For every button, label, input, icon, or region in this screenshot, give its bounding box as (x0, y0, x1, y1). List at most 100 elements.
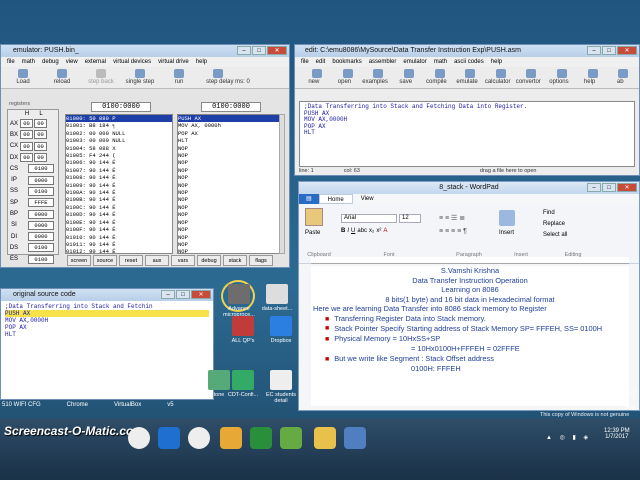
wordpad-window[interactable]: 8_stack - WordPad – □ ✕ ▤ Home View Paste … (298, 181, 640, 411)
register-value[interactable]: 0100 (28, 254, 54, 264)
disasm-row[interactable]: NOP (178, 167, 282, 174)
memory-row[interactable]: 0100D: 90 144 É (66, 211, 172, 218)
memory-row[interactable]: 0100F: 90 144 É (66, 226, 172, 233)
disasm-row[interactable]: NOP (178, 234, 282, 241)
disasm-row[interactable]: NOP (178, 241, 282, 248)
app-icon[interactable] (280, 427, 302, 449)
disassembly-list[interactable]: PUSH AX MOV AX, 0000h POP AX HLT NOP NOP NOP NO… (177, 114, 283, 254)
toolbar-button[interactable]: convertor (513, 68, 543, 87)
memory-row[interactable]: 01007: 90 144 É (66, 167, 172, 174)
memory-row[interactable]: 01010: 90 144 É (66, 234, 172, 241)
menu-item[interactable]: external (85, 57, 106, 67)
register-low[interactable]: 00 (34, 130, 47, 140)
memory-row[interactable]: 0100B: 90 144 É (66, 196, 172, 203)
size-select[interactable]: 12 (399, 214, 421, 223)
memory-row[interactable]: 0100C: 90 144 É (66, 204, 172, 211)
memory-row[interactable]: 0100E: 90 144 É (66, 219, 172, 226)
toolbar-button[interactable]: calculator (483, 68, 513, 87)
underline-icon[interactable]: U (351, 228, 355, 234)
align-icons[interactable]: ≡ ≡ ≡ ≡ ¶ (439, 228, 467, 235)
register-high[interactable]: 00 (20, 141, 33, 151)
emulator-window[interactable]: emulator: PUSH.bin_ – □ ✕ file math debug vie… (0, 44, 290, 312)
disasm-row[interactable]: NOP (178, 145, 282, 152)
memory-row[interactable]: 0100A: 90 144 É (66, 189, 172, 196)
toolbar-button[interactable]: options (544, 68, 574, 87)
menu-item[interactable]: view (66, 57, 78, 67)
editing-item[interactable]: Find (543, 208, 567, 219)
disasm-row[interactable]: MOV AX, 0000h (178, 122, 282, 129)
disasm-row[interactable]: POP AX (178, 130, 282, 137)
bottom-button[interactable]: vars (171, 255, 195, 266)
chrome-icon[interactable] (128, 427, 150, 449)
memory-row[interactable]: 01003: 00 000 NULL (66, 137, 172, 144)
toolbar-button[interactable]: save (391, 68, 421, 87)
memory-row[interactable]: 01006: 90 144 É (66, 159, 172, 166)
memory-list[interactable]: 01000: 50 080 P 01001: B8 184 ╕ 01002: 00 … (65, 114, 173, 254)
clock[interactable]: 12:39 PM 1/7/2017 (604, 428, 630, 440)
toolbar-button[interactable]: Load (5, 68, 41, 87)
bold-icon[interactable]: B (341, 228, 345, 234)
desktop-icon[interactable]: EC students detail (264, 370, 298, 404)
menu-item[interactable]: help (491, 57, 502, 67)
source-code[interactable]: ;Data Transferring into Stack and Fetchi… (1, 301, 213, 399)
toolbar-button[interactable]: reload (44, 68, 80, 87)
ruler[interactable] (311, 257, 629, 264)
menu-item[interactable]: math (22, 57, 35, 67)
memory-address-field[interactable]: 0100:0000 (91, 102, 151, 112)
menu-item[interactable]: edit (316, 57, 326, 67)
disasm-row[interactable]: PUSH AX (178, 115, 282, 123)
app-icon[interactable] (344, 427, 366, 449)
italic-icon[interactable]: I (347, 228, 349, 234)
folder-icon[interactable] (314, 427, 336, 449)
toolbar-button[interactable]: single step (122, 68, 158, 87)
tab-view[interactable]: View (353, 194, 382, 204)
disasm-row[interactable]: NOP (178, 204, 282, 211)
memory-row[interactable]: 01004: 58 088 X (66, 145, 172, 152)
toolbar-button[interactable]: step back (83, 68, 119, 87)
font-color-icon[interactable]: A (383, 228, 387, 234)
insert-icon[interactable] (499, 210, 515, 226)
editor-minimize-icon[interactable]: – (587, 46, 601, 55)
bottom-button[interactable]: stack (223, 255, 247, 266)
tab-home[interactable]: Home (318, 194, 353, 204)
strike-icon[interactable]: abc (357, 228, 367, 234)
toolbar-button[interactable]: ab (605, 68, 635, 87)
wp-file-menu[interactable]: ▤ (299, 194, 319, 204)
paragraph-icons[interactable]: ≡ ≡ ☰ ≣ (439, 214, 465, 222)
source-window[interactable]: original source code – □ ✕ ;Data Transferr… (0, 288, 214, 400)
disasm-row[interactable]: NOP (178, 152, 282, 159)
disasm-address-field[interactable]: 0100:0000 (201, 102, 261, 112)
dropbox-icon[interactable]: Dropbox (264, 316, 298, 344)
bottom-button[interactable]: source (93, 255, 117, 266)
bottom-button[interactable]: aux (145, 255, 169, 266)
bottom-button[interactable]: screen (67, 255, 91, 266)
menu-item[interactable]: file (7, 57, 15, 67)
menu-item[interactable]: bookmarks (332, 57, 361, 67)
editor-window[interactable]: edit: C:\emu8086\MySource\Data Transfer … (294, 44, 640, 176)
bottom-button[interactable]: debug (197, 255, 221, 266)
memory-row[interactable]: 01005: F4 244 ( (66, 152, 172, 159)
app-icon[interactable] (250, 427, 272, 449)
register-value[interactable]: 0000 (28, 232, 54, 242)
toolbar-button[interactable]: run (161, 68, 197, 87)
disasm-row[interactable]: NOP (178, 248, 282, 253)
menu-item[interactable]: ascii codes (454, 57, 484, 67)
register-high[interactable]: 00 (20, 130, 33, 140)
register-low[interactable]: 00 (34, 119, 47, 129)
register-value[interactable]: 0000 (28, 175, 54, 185)
minimize-icon[interactable]: – (237, 46, 251, 55)
document-area[interactable]: S.Vamshi Krishna Data Transfer Instructi… (311, 266, 629, 406)
menu-item[interactable]: virtual drive (158, 57, 189, 67)
paste-icon[interactable] (305, 208, 323, 226)
src-close-icon[interactable]: ✕ (191, 290, 211, 299)
menu-item[interactable]: assembler (369, 57, 397, 67)
editing-item[interactable]: Select all (543, 230, 567, 241)
menu-item[interactable]: help (196, 57, 207, 67)
disasm-row[interactable]: NOP (178, 196, 282, 203)
toolbar-button[interactable]: new (299, 68, 329, 87)
menu-item[interactable]: file (301, 57, 309, 67)
fs-icon[interactable] (158, 427, 180, 449)
menu-item[interactable]: math (434, 57, 447, 67)
menu-item[interactable]: emulator (403, 57, 426, 67)
disasm-row[interactable]: HLT (178, 137, 282, 144)
